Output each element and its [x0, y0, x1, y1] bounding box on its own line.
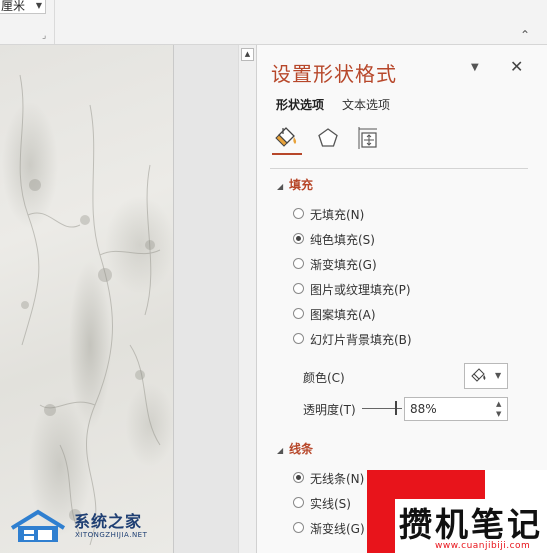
radio-button[interactable]	[293, 283, 304, 294]
radio-button[interactable]	[293, 258, 304, 269]
radio-label: 无线条(N)	[310, 472, 365, 486]
transparency-spinner[interactable]: ▲ ▼	[404, 397, 508, 421]
radio-button-checked[interactable]	[293, 472, 304, 483]
pane-options-menu-icon[interactable]: ▼	[471, 62, 479, 73]
color-label: 颜色(C)	[303, 371, 345, 385]
line-section-header[interactable]: ◢ 线条	[277, 440, 313, 457]
watermark-brand: 攒机笔记	[399, 505, 543, 544]
section-collapse-icon: ◢	[277, 182, 284, 191]
watermark-red-block	[367, 470, 395, 553]
transparency-slider[interactable]	[362, 397, 402, 419]
chevron-down-icon: ▼	[495, 371, 502, 380]
spin-up-icon[interactable]: ▲	[496, 400, 501, 408]
radio-label: 实线(S)	[310, 497, 351, 511]
radio-button[interactable]	[293, 333, 304, 344]
radio-label: 渐变线(G)	[310, 522, 365, 536]
ribbon-strip: 厘米 ▼ ⌟ ⌃	[0, 0, 547, 45]
dialog-launcher-icon[interactable]: ⌟	[42, 31, 46, 41]
transparency-input[interactable]	[410, 401, 480, 417]
fill-color-button[interactable]: ▼	[464, 363, 508, 389]
line-section-title: 线条	[289, 442, 314, 456]
size-properties-icon[interactable]	[355, 125, 381, 151]
slider-thumb[interactable]	[395, 401, 397, 415]
radio-button-checked[interactable]	[293, 233, 304, 244]
unit-dropdown-value: 厘米	[1, 0, 26, 13]
effects-icon[interactable]	[315, 125, 341, 151]
section-collapse-icon: ◢	[277, 446, 284, 455]
slide-canvas[interactable]	[0, 45, 174, 553]
unit-dropdown[interactable]: 厘米 ▼	[0, 0, 46, 14]
pane-divider	[270, 168, 528, 169]
fill-section-header[interactable]: ◢ 填充	[277, 176, 313, 193]
spin-down-icon[interactable]: ▼	[496, 410, 501, 418]
watermark-name: 系统之家	[74, 512, 143, 531]
fill-section-title: 填充	[289, 178, 314, 192]
slide-background-texture	[19, 74, 161, 546]
house-logo-icon	[10, 509, 66, 542]
watermark-url: www.cuanjibiji.com	[435, 541, 531, 551]
fill-line-icon[interactable]	[273, 125, 299, 151]
active-category-indicator	[272, 153, 302, 155]
watermark-xitongzhijia: 系统之家 XITONGZHIJIA.NET	[8, 506, 178, 546]
watermark-cuanjibiji: 攒机笔记 www.cuanjibiji.com	[367, 470, 547, 553]
pane-title: 设置形状格式	[271, 62, 397, 86]
ribbon-separator	[54, 0, 55, 44]
paint-bucket-icon	[471, 368, 486, 382]
radio-label: 纯色填充(S)	[310, 233, 375, 247]
scroll-up-button[interactable]: ▲	[241, 48, 254, 61]
radio-label: 无填充(N)	[310, 208, 365, 222]
radio-button[interactable]	[293, 308, 304, 319]
radio-button[interactable]	[293, 497, 304, 508]
transparency-label: 透明度(T)	[303, 403, 356, 417]
chevron-down-icon: ▼	[35, 1, 42, 10]
close-icon[interactable]: ✕	[510, 57, 523, 76]
vertical-scrollbar[interactable]: ▲	[238, 45, 256, 553]
radio-button[interactable]	[293, 522, 304, 533]
radio-label: 渐变填充(G)	[310, 258, 377, 272]
radio-label: 图案填充(A)	[310, 308, 376, 322]
collapse-ribbon-icon[interactable]: ⌃	[520, 28, 530, 42]
watermark-url: XITONGZHIJIA.NET	[75, 531, 148, 539]
tab-shape-options[interactable]: 形状选项	[276, 96, 324, 113]
editor-gap	[174, 45, 238, 553]
radio-button[interactable]	[293, 208, 304, 219]
radio-label: 幻灯片背景填充(B)	[310, 333, 412, 347]
radio-label: 图片或纹理填充(P)	[310, 283, 411, 297]
tab-text-options[interactable]: 文本选项	[342, 96, 390, 113]
